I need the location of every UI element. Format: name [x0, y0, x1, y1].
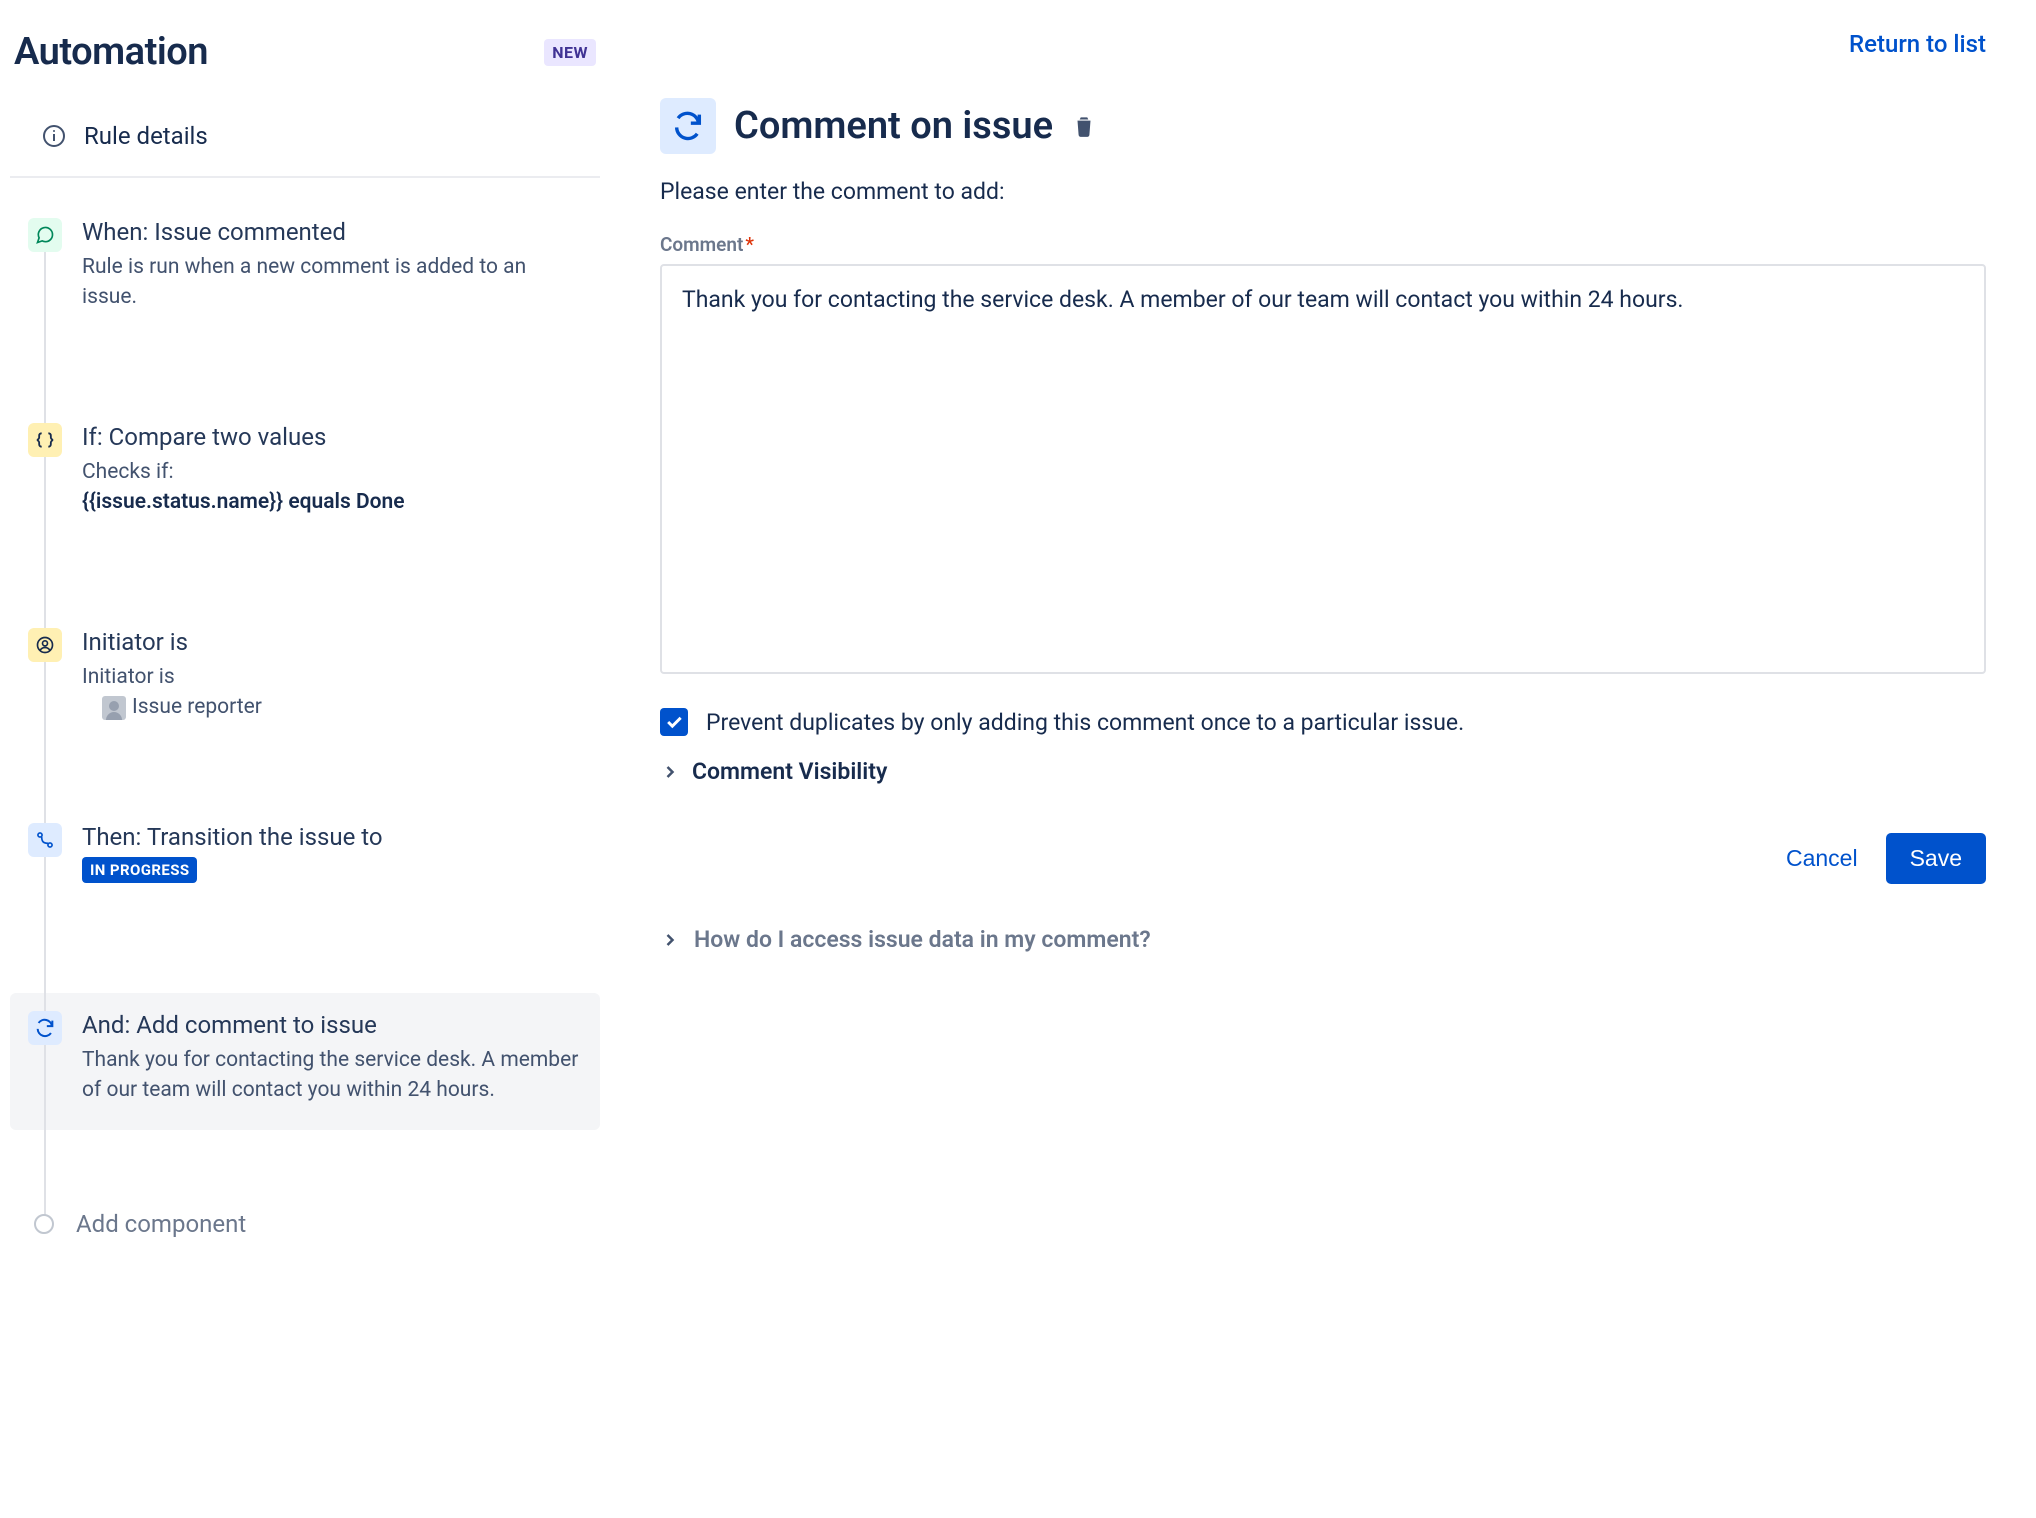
save-button[interactable]: Save [1886, 833, 1986, 884]
comment-visibility-toggle[interactable]: Comment Visibility [660, 758, 1986, 785]
step-title: Initiator is [82, 628, 582, 656]
comment-visibility-label: Comment Visibility [692, 758, 887, 785]
step-desc: Initiator is Issue reporter [82, 662, 582, 723]
status-lozenge: IN PROGRESS [82, 857, 197, 883]
avatar-placeholder-icon [102, 696, 126, 720]
comment-field-label: Comment* [660, 233, 1986, 256]
panel-title: Comment on issue [734, 104, 1053, 148]
user-circle-icon [28, 628, 62, 662]
timeline-line [44, 228, 46, 1228]
page-heading: Automation [14, 30, 208, 74]
return-to-list-link[interactable]: Return to list [1849, 30, 1986, 58]
comment-textarea[interactable] [660, 264, 1986, 674]
step-desc: Rule is run when a new comment is added … [82, 252, 582, 313]
step-condition-compare[interactable]: If: Compare two values Checks if: {{issu… [10, 423, 600, 518]
add-component-label: Add component [76, 1210, 246, 1238]
comment-icon [28, 218, 62, 252]
braces-icon [28, 423, 62, 457]
step-condition-initiator[interactable]: Initiator is Initiator is Issue reporter [10, 628, 600, 723]
chevron-right-icon [660, 930, 680, 950]
rule-details-link[interactable]: Rule details [10, 104, 600, 178]
add-component-button[interactable]: Add component [10, 1210, 600, 1238]
prevent-duplicates-checkbox[interactable] [660, 708, 688, 736]
step-title: When: Issue commented [82, 218, 582, 246]
step-title: Then: Transition the issue to [82, 823, 582, 851]
step-action-transition[interactable]: Then: Transition the issue to IN PROGRES… [10, 823, 600, 883]
help-label: How do I access issue data in my comment… [694, 926, 1151, 953]
step-desc: Thank you for contacting the service des… [82, 1045, 582, 1106]
chevron-right-icon [660, 762, 680, 782]
delete-button[interactable] [1071, 113, 1097, 139]
panel-intro: Please enter the comment to add: [660, 178, 1986, 205]
step-title: And: Add comment to issue [82, 1011, 582, 1039]
step-trigger[interactable]: When: Issue commented Rule is run when a… [10, 218, 600, 313]
step-action-comment[interactable]: And: Add comment to issue Thank you for … [10, 993, 600, 1130]
empty-circle-icon [34, 1214, 54, 1234]
refresh-icon [660, 98, 716, 154]
transition-icon [28, 823, 62, 857]
info-icon [42, 124, 66, 148]
help-toggle[interactable]: How do I access issue data in my comment… [660, 926, 1986, 953]
new-badge: NEW [544, 39, 596, 66]
step-desc: Checks if: {{issue.status.name}} equals … [82, 457, 582, 518]
step-title: If: Compare two values [82, 423, 582, 451]
refresh-icon [28, 1011, 62, 1045]
rule-details-label: Rule details [84, 122, 208, 150]
cancel-button[interactable]: Cancel [1786, 845, 1858, 872]
prevent-duplicates-label: Prevent duplicates by only adding this c… [706, 709, 1464, 736]
